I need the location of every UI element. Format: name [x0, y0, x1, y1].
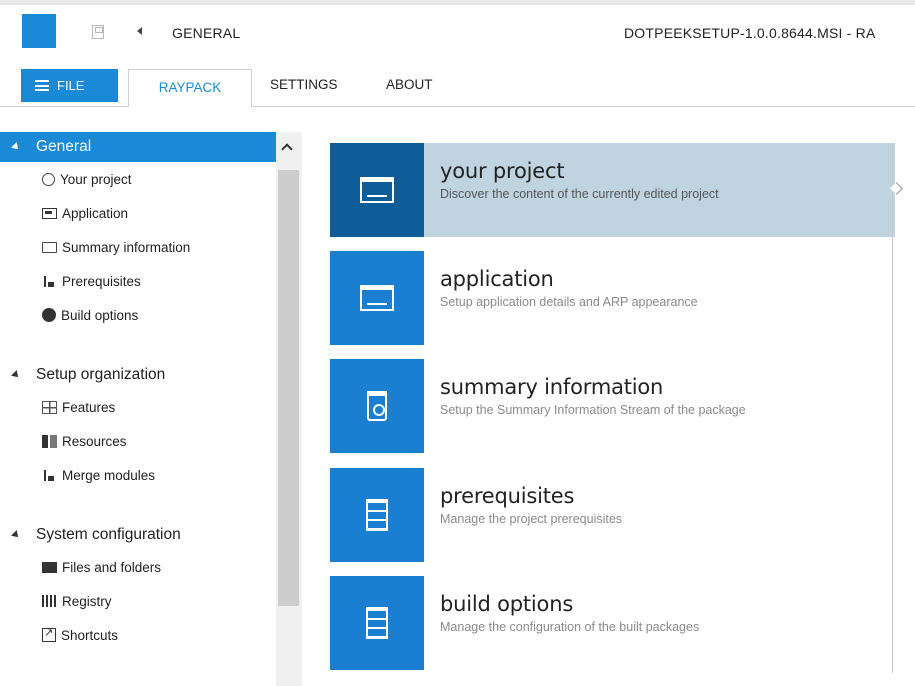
- breadcrumb: GENERAL: [172, 25, 241, 41]
- tile-title: summary information: [440, 375, 664, 399]
- tile-icon-box: [330, 251, 424, 345]
- file-menu-button[interactable]: FILE: [21, 69, 118, 102]
- tile-summary-information[interactable]: summary information Setup the Summary In…: [330, 359, 895, 453]
- sidebar-item-merge-modules[interactable]: Merge modules: [0, 458, 276, 492]
- folder-icon: [42, 561, 57, 573]
- raypack-app-icon[interactable]: [22, 14, 56, 48]
- tile-prerequisites[interactable]: prerequisites Manage the project prerequ…: [330, 468, 895, 562]
- sidebar-item-shortcuts[interactable]: Shortcuts: [0, 618, 276, 652]
- sidebar-section-title: System configuration: [36, 526, 181, 543]
- tile-title: application: [440, 267, 554, 291]
- file-menu-label: FILE: [57, 78, 85, 93]
- tile-description: Setup the Summary Information Stream of …: [440, 403, 746, 417]
- sidebar-item-summary-information[interactable]: Summary information: [0, 230, 276, 264]
- sidebar-item-application[interactable]: Application: [0, 196, 276, 230]
- sidebar-item-label: Shortcuts: [61, 627, 119, 643]
- sidebar-item-registry[interactable]: Registry: [0, 584, 276, 618]
- tile-title: prerequisites: [440, 484, 575, 508]
- sidebar-scrollbar[interactable]: [276, 132, 302, 686]
- tile-your-project[interactable]: your project Discover the content of the…: [330, 143, 895, 237]
- back-arrow-icon[interactable]: [137, 27, 142, 35]
- tile-icon-box: [330, 143, 424, 237]
- sidebar-item-prerequisites[interactable]: Prerequisites: [0, 264, 276, 298]
- collapse-triangle-icon: [11, 142, 21, 152]
- collapse-triangle-icon: [11, 530, 21, 540]
- scroll-up-arrow-icon[interactable]: [281, 143, 293, 155]
- sidebar-item-label: Registry: [62, 593, 112, 609]
- sidebar-section-general[interactable]: General: [0, 132, 276, 162]
- sidebar-item-label: Resources: [62, 433, 127, 449]
- tile-title: your project: [440, 159, 565, 183]
- sidebar-item-label: Your project: [60, 171, 132, 187]
- sidebar-nav-list: General Your project Application Summary…: [0, 132, 276, 652]
- sidebar-item-label: Merge modules: [62, 467, 156, 483]
- cabinet-icon: [366, 499, 388, 531]
- tab-settings[interactable]: SETTINGS: [270, 77, 338, 92]
- sidebar-item-label: Build options: [61, 307, 139, 323]
- title-bar-top-border: [0, 0, 915, 5]
- title-bar: GENERAL DOTPEEKSETUP-1.0.0.8644.MSI - RA: [0, 0, 915, 67]
- sidebar-item-features[interactable]: Features: [0, 390, 276, 424]
- tile-description: Discover the content of the currently ed…: [440, 187, 719, 201]
- sidebar-section-system-configuration[interactable]: System configuration: [0, 520, 276, 550]
- tile-icon-box: [330, 576, 424, 670]
- tile-description: Manage the project prerequisites: [440, 512, 623, 526]
- sidebar-item-label: Summary information: [62, 239, 191, 255]
- tile-icon-box: [330, 468, 424, 562]
- bin-icon: [367, 391, 387, 421]
- document-title: DOTPEEKSETUP-1.0.0.8644.MSI - RA: [624, 25, 876, 41]
- project-icon: [42, 172, 55, 186]
- hamburger-icon: [35, 80, 49, 91]
- features-icon: [42, 400, 57, 414]
- tile-title: build options: [440, 592, 574, 616]
- tile-description: Manage the configuration of the built pa…: [440, 620, 700, 634]
- tile-icon-box: [330, 359, 424, 453]
- shortcut-icon: [42, 626, 56, 642]
- ribbon-tabs: FILE RAYPACK SETTINGS ABOUT: [0, 67, 915, 108]
- sidebar-item-files-and-folders[interactable]: Files and folders: [0, 550, 276, 584]
- tab-about[interactable]: ABOUT: [386, 77, 433, 92]
- selection-pointer: [892, 143, 906, 673]
- sidebar-item-label: Application: [62, 205, 129, 221]
- main-panel: your project Discover the content of the…: [302, 107, 915, 686]
- resources-icon: [42, 434, 57, 448]
- sidebar-item-build-options[interactable]: Build options: [0, 298, 276, 332]
- application-icon: [42, 207, 57, 219]
- summary-icon: [42, 241, 57, 253]
- sidebar-section-title: General: [36, 138, 92, 155]
- sidebar-item-resources[interactable]: Resources: [0, 424, 276, 458]
- tile-build-options[interactable]: build options Manage the configuration o…: [330, 576, 895, 670]
- save-icon[interactable]: [92, 25, 104, 39]
- tile-application[interactable]: application Setup application details an…: [330, 251, 895, 345]
- tab-raypack[interactable]: RAYPACK: [128, 69, 252, 108]
- collapse-triangle-icon: [11, 370, 21, 380]
- cabinet-icon: [366, 607, 388, 639]
- sidebar-item-label: Prerequisites: [62, 273, 141, 289]
- tile-description: Setup application details and ARP appear…: [440, 295, 698, 309]
- merge-modules-icon: [42, 469, 57, 482]
- scrollbar-thumb[interactable]: [278, 170, 299, 606]
- build-options-icon: [42, 308, 56, 322]
- sidebar-item-your-project[interactable]: Your project: [0, 162, 276, 196]
- window-icon: [360, 177, 394, 203]
- sidebar-item-label: Files and folders: [62, 559, 162, 575]
- sidebar: General Your project Application Summary…: [0, 107, 302, 686]
- sidebar-section-title: Setup organization: [36, 366, 166, 383]
- prerequisites-icon: [42, 275, 57, 288]
- sidebar-section-setup-organization[interactable]: Setup organization: [0, 360, 276, 390]
- registry-icon: [42, 595, 57, 607]
- window-icon: [360, 285, 394, 311]
- sidebar-item-label: Features: [62, 399, 116, 415]
